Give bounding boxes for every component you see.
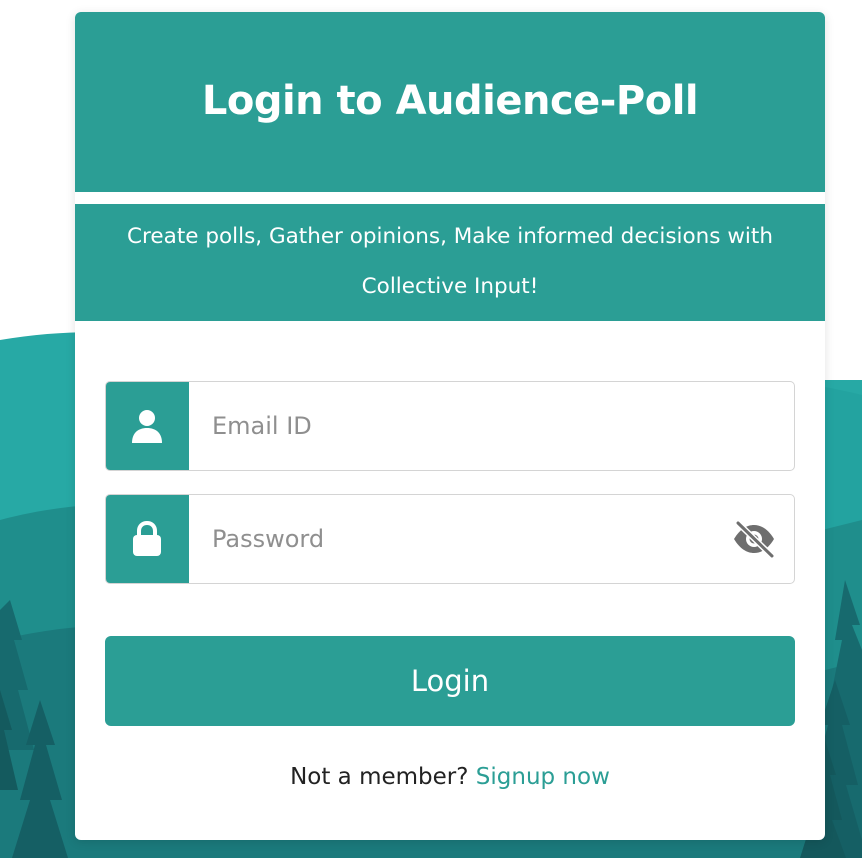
signup-prompt-line: Not a member? Signup now — [75, 764, 825, 790]
user-icon — [106, 382, 189, 470]
lock-icon — [106, 495, 189, 583]
signup-prompt: Not a member? — [290, 764, 469, 790]
tagline-line-2: Collective Input! — [361, 274, 539, 299]
login-card: Login to Audience-Poll Create polls, Gat… — [75, 12, 825, 840]
tagline: Create polls, Gather opinions, Make info… — [75, 204, 825, 321]
email-field-group — [105, 381, 795, 471]
card-header: Login to Audience-Poll — [75, 12, 825, 192]
tagline-line-1: Create polls, Gather opinions, Make info… — [127, 224, 773, 249]
page-title: Login to Audience-Poll — [201, 78, 699, 124]
email-input[interactable] — [190, 382, 730, 470]
password-input[interactable] — [190, 495, 730, 583]
login-button[interactable]: Login — [105, 636, 795, 726]
password-field-group — [105, 494, 795, 584]
eye-slash-icon[interactable] — [732, 520, 776, 558]
signup-link[interactable]: Signup now — [476, 764, 610, 790]
